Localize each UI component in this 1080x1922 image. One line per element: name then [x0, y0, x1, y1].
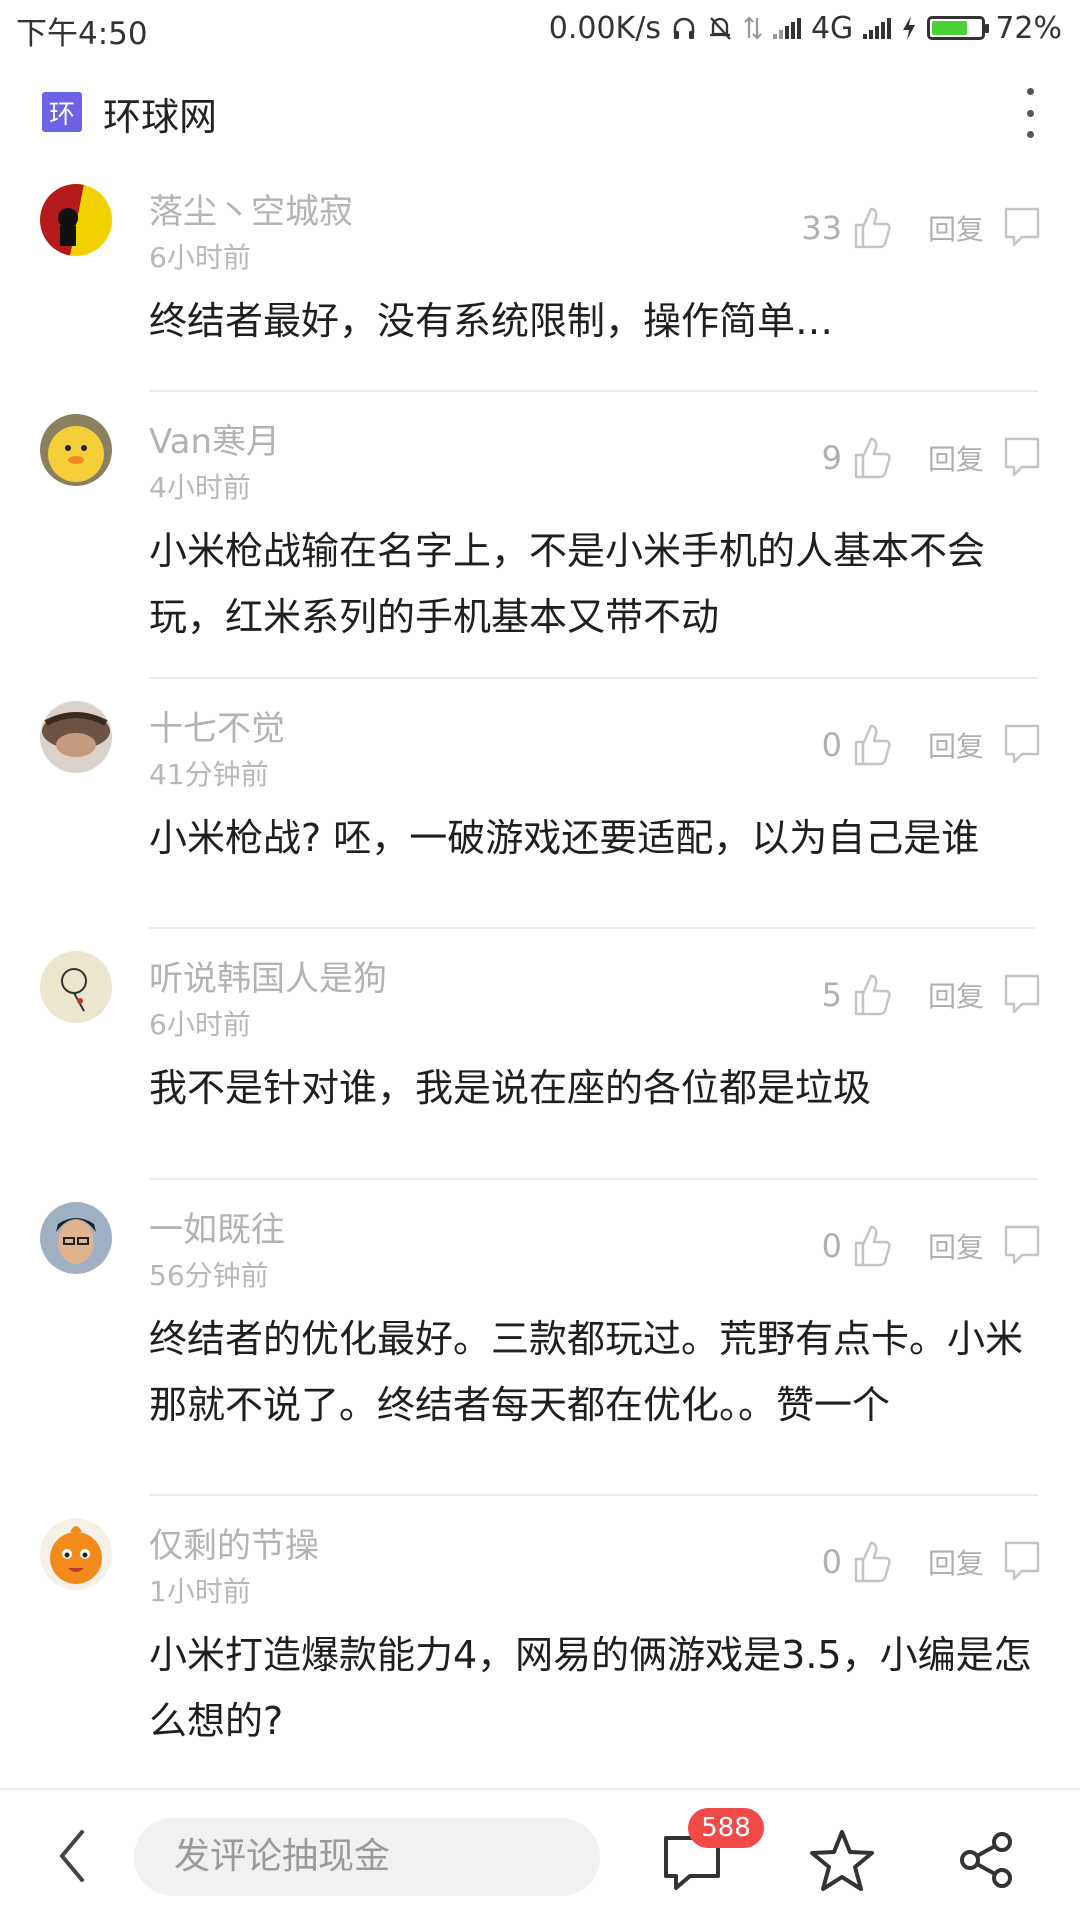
comment-list: 落尘丶空城寂 6小时前 33 回复 终结者最好，没有系统限制，操作简单… Van… — [0, 162, 1080, 1788]
back-chevron-icon[interactable] — [52, 1826, 92, 1886]
more-vertical-icon[interactable] — [1018, 88, 1042, 138]
thumbs-up-icon[interactable] — [852, 1223, 892, 1269]
reply-bubble-icon[interactable] — [1002, 1223, 1042, 1269]
reply-button[interactable]: 回复 — [928, 1542, 984, 1582]
like-count: 5 — [821, 976, 842, 1014]
comment-count-badge: 588 — [688, 1808, 764, 1848]
share-icon[interactable] — [958, 1830, 1014, 1890]
reply-bubble-icon[interactable] — [1002, 972, 1042, 1018]
comment-item: 落尘丶空城寂 6小时前 33 回复 终结者最好，没有系统限制，操作简单… — [0, 162, 1080, 392]
comment-username[interactable]: 仅剩的节操 — [149, 1518, 319, 1567]
avatar[interactable] — [40, 184, 112, 256]
comment-text: 小米枪战? 呸，一破游戏还要适配，以为自己是谁 — [149, 816, 980, 860]
comment-time: 41分钟前 — [149, 758, 269, 791]
app-title: 环球网 — [103, 95, 218, 139]
reply-button[interactable]: 回复 — [928, 975, 984, 1015]
thumbs-up-icon[interactable] — [852, 972, 892, 1018]
comment-time: 6小时前 — [149, 241, 251, 274]
comment-username[interactable]: 一如既往 — [149, 1202, 285, 1251]
like-count: 0 — [821, 1227, 842, 1265]
avatar[interactable] — [40, 414, 112, 486]
reply-bubble-icon[interactable] — [1002, 205, 1042, 251]
comment-time: 4小时前 — [149, 471, 251, 504]
reply-button[interactable]: 回复 — [928, 438, 984, 478]
comment-actions: 33 回复 — [792, 200, 1042, 256]
comment-username[interactable]: 十七不觉 — [149, 701, 285, 750]
battery-percent: 72% — [995, 10, 1062, 46]
comment-actions: 0 回复 — [792, 1218, 1042, 1274]
star-icon[interactable] — [808, 1828, 876, 1894]
comment-item: 仅剩的节操 1小时前 0 回复 小米打造爆款能力4，网易的俩游戏是3.5，小编是… — [0, 1496, 1080, 1788]
reply-bubble-icon[interactable] — [1002, 722, 1042, 768]
like-count: 33 — [801, 209, 842, 247]
comment-text: 终结者的优化最好。三款都玩过。荒野有点卡。小米那就不说了。终结者每天都在优化。。… — [149, 1317, 1024, 1427]
network-type: 4G — [810, 10, 854, 46]
like-count: 0 — [821, 726, 842, 764]
app-bar: 环 环球网 — [0, 62, 1080, 162]
reply-bubble-icon[interactable] — [1002, 1539, 1042, 1585]
reply-button[interactable]: 回复 — [928, 208, 984, 248]
thumbs-up-icon[interactable] — [852, 435, 892, 481]
comment-actions: 5 回复 — [792, 967, 1042, 1023]
comment-username[interactable]: 落尘丶空城寂 — [149, 184, 353, 233]
status-icons: 0.00K/s 4G 72% — [549, 8, 1062, 48]
comment-item: 一如既往 56分钟前 0 回复 终结者的优化最好。三款都玩过。荒野有点卡。小米那… — [0, 1180, 1080, 1496]
comment-time: 6小时前 — [149, 1008, 251, 1041]
comment-text: 我不是针对谁，我是说在座的各位都是垃圾 — [149, 1066, 872, 1110]
signal-bars-2 — [863, 17, 892, 39]
avatar[interactable] — [40, 1202, 112, 1274]
comment-time: 56分钟前 — [149, 1259, 269, 1292]
charging-bolt-icon — [903, 16, 916, 40]
thumbs-up-icon[interactable] — [852, 722, 892, 768]
like-count: 9 — [821, 439, 842, 477]
comment-item: 听说韩国人是狗 6小时前 5 回复 我不是针对谁，我是说在座的各位都是垃圾 — [0, 929, 1080, 1180]
comment-item: Van寒月 4小时前 9 回复 小米枪战输在名字上，不是小米手机的人基本不会玩，… — [0, 392, 1080, 679]
avatar[interactable] — [40, 1518, 112, 1590]
status-bar: 下午4:50 0.00K/s 4G 72% — [0, 0, 1080, 58]
comment-actions: 9 回复 — [792, 430, 1042, 486]
avatar[interactable] — [40, 951, 112, 1023]
bottom-bar: 发评论抽现金 588 — [0, 1788, 1080, 1922]
comment-text: 小米枪战输在名字上，不是小米手机的人基本不会玩，红米系列的手机基本又带不动 — [149, 529, 986, 639]
avatar[interactable] — [40, 701, 112, 773]
network-speed: 0.00K/s — [548, 10, 661, 46]
comment-username[interactable]: 听说韩国人是狗 — [149, 951, 387, 1000]
headphone-icon — [673, 17, 695, 39]
comment-actions: 0 回复 — [792, 717, 1042, 773]
app-logo: 环 — [42, 92, 82, 132]
comment-actions: 0 回复 — [792, 1534, 1042, 1590]
reply-bubble-icon[interactable] — [1002, 435, 1042, 481]
comment-item: 十七不觉 41分钟前 0 回复 小米枪战? 呸，一破游戏还要适配，以为自己是谁 — [0, 679, 1080, 929]
thumbs-up-icon[interactable] — [852, 1539, 892, 1585]
comment-input[interactable]: 发评论抽现金 — [134, 1818, 600, 1896]
data-arrows-icon — [744, 16, 762, 40]
mute-bell-icon — [709, 17, 731, 40]
like-count: 0 — [821, 1543, 842, 1581]
thumbs-up-icon[interactable] — [852, 205, 892, 251]
comment-text: 小米打造爆款能力4，网易的俩游戏是3.5，小编是怎么想的? — [149, 1633, 1032, 1743]
comment-username[interactable]: Van寒月 — [149, 414, 280, 463]
comment-time: 1小时前 — [149, 1575, 251, 1608]
reply-button[interactable]: 回复 — [928, 725, 984, 765]
status-time: 下午4:50 — [16, 16, 148, 52]
battery-icon — [927, 16, 990, 40]
comment-text: 终结者最好，没有系统限制，操作简单… — [149, 299, 834, 343]
reply-button[interactable]: 回复 — [928, 1226, 984, 1266]
signal-bars-1 — [772, 17, 801, 39]
